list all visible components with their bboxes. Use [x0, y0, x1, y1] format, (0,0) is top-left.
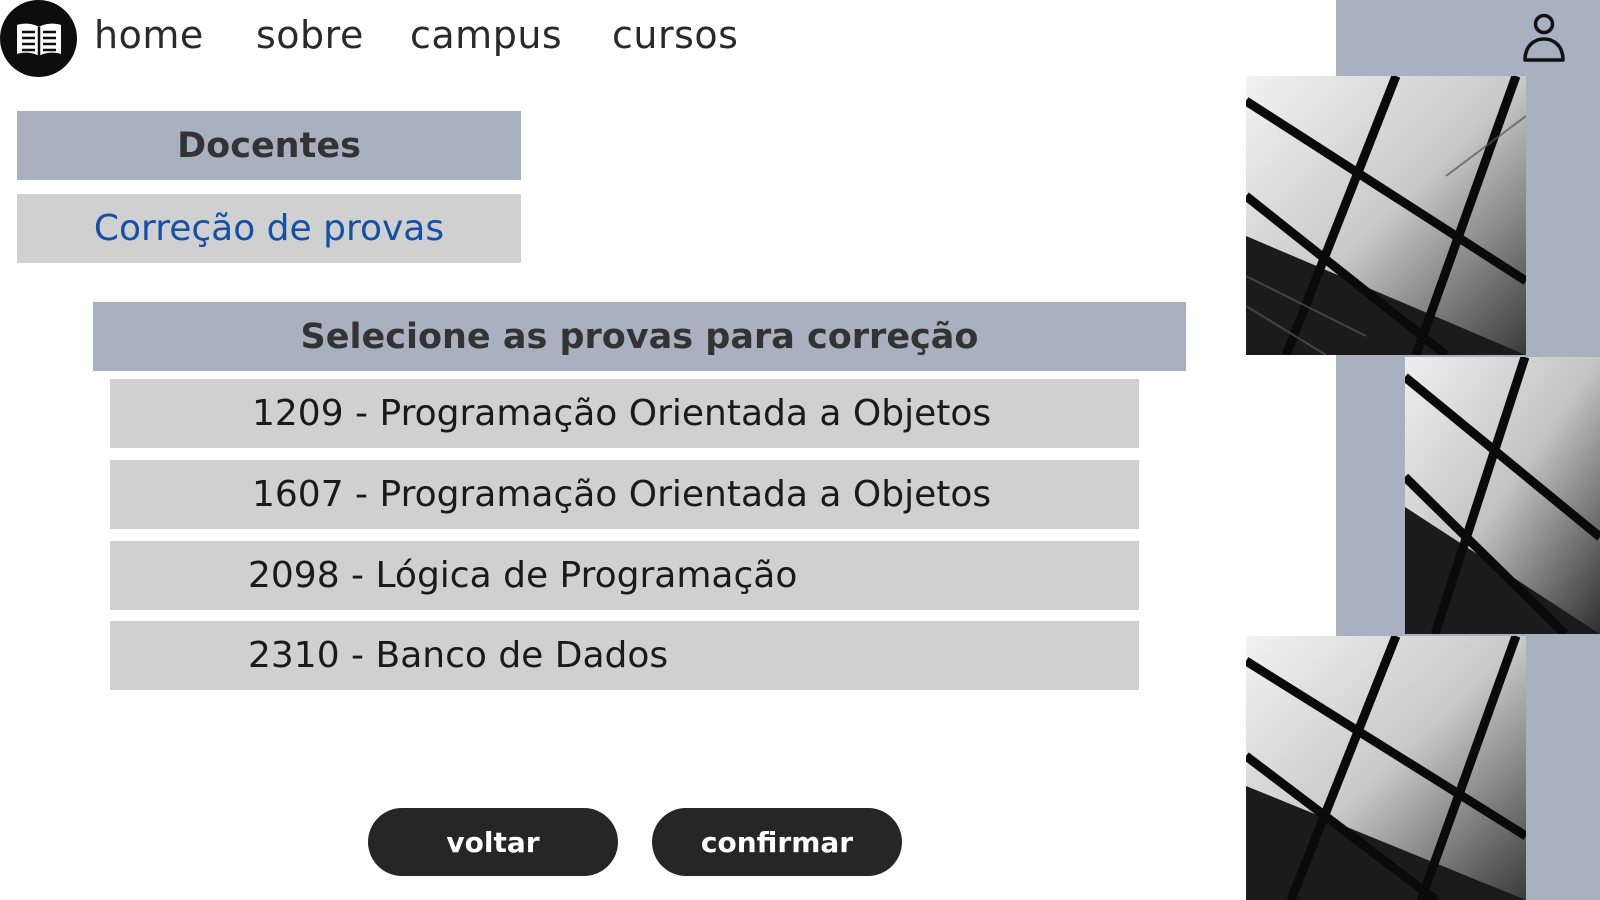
building-photo-middle [1405, 357, 1600, 634]
book-logo-icon[interactable] [0, 0, 77, 77]
nav-campus[interactable]: campus [410, 10, 562, 60]
exam-list-item[interactable]: 2098 - Lógica de Programação [110, 541, 1139, 610]
exam-list-item[interactable]: 2310 - Banco de Dados [110, 621, 1139, 690]
exam-label: 1607 - Programação Orientada a Objetos [252, 474, 992, 515]
building-photo-bottom [1246, 636, 1526, 900]
back-button[interactable]: voltar [368, 808, 618, 876]
exam-label: 2310 - Banco de Dados [248, 635, 669, 676]
exam-label: 2098 - Lógica de Programação [248, 555, 798, 596]
nav-home[interactable]: home [94, 10, 204, 60]
nav-cursos[interactable]: cursos [612, 10, 738, 60]
section-title-docentes: Docentes [17, 111, 521, 180]
confirm-button[interactable]: confirmar [652, 808, 902, 876]
exam-list-item[interactable]: 1607 - Programação Orientada a Objetos [110, 460, 1139, 529]
exam-selection-title: Selecione as provas para correção [93, 302, 1186, 371]
user-icon[interactable] [1520, 12, 1568, 64]
building-photo-top [1246, 76, 1526, 355]
exam-label: 1209 - Programação Orientada a Objetos [252, 393, 992, 434]
page-link-correcao-de-provas[interactable]: Correção de provas [17, 194, 521, 263]
exam-list-item[interactable]: 1209 - Programação Orientada a Objetos [110, 379, 1139, 448]
nav-sobre[interactable]: sobre [256, 10, 364, 60]
